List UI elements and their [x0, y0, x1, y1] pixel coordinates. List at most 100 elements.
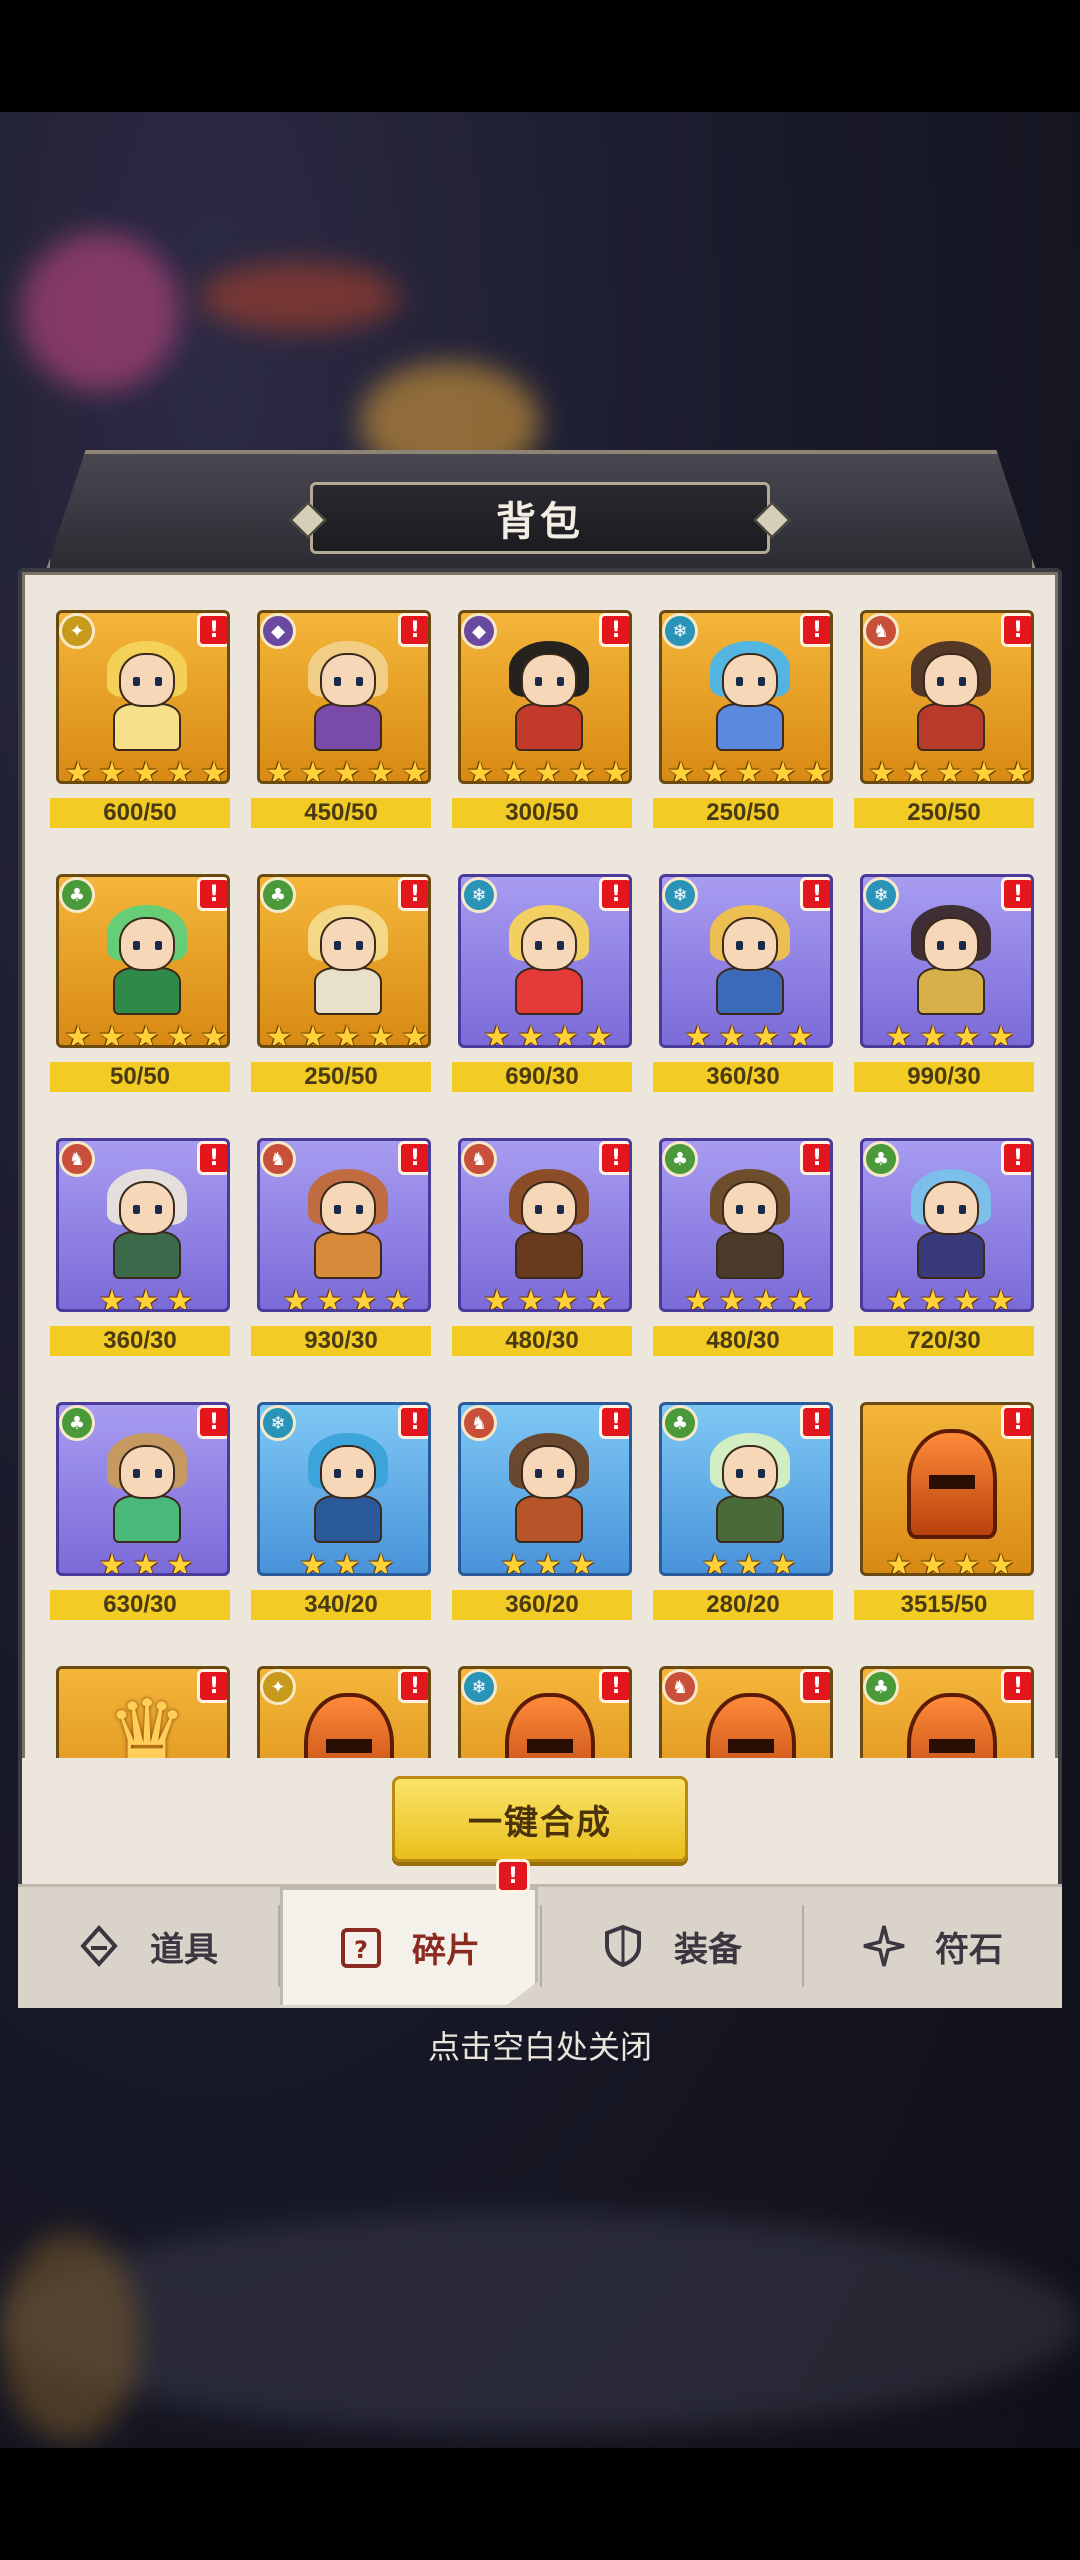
star-icon: ★: [333, 756, 361, 784]
tab-runes[interactable]: 符石: [804, 1887, 1060, 2005]
alert-badge: !: [1001, 1405, 1031, 1439]
fragment-portrait: ❄!: [458, 1666, 632, 1758]
fragment-card[interactable]: ♣! ★ ★ ★ 630/30: [50, 1396, 230, 1636]
star-icon: ★: [166, 1284, 194, 1312]
close-hint[interactable]: 点击空白处关闭: [0, 2022, 1080, 2068]
fragment-card[interactable]: ♞! ★ ★ ★ 360/20: [452, 1396, 632, 1636]
fragment-grid: ✦! ★ ★ ★ ★ ★ 600/50 ◆! ★ ★ ★ ★ ★ 450/50 ◆! ★ ★ ★ ★ ★ 300/50 ❄…: [44, 598, 1040, 1758]
fragment-card[interactable]: ! ★ ★ ★ ★ 3515/50: [854, 1396, 1034, 1636]
hero-sprite: [700, 1169, 798, 1279]
fragment-card[interactable]: ♞! ★ ★ ★ ★ 480/30: [452, 1132, 632, 1372]
alert-badge: !: [197, 1405, 227, 1439]
element-red-icon: ♞: [863, 613, 899, 649]
star-icon: ★: [786, 1020, 814, 1048]
star-icon: ★: [367, 756, 395, 784]
star-icon: ★: [936, 756, 964, 784]
star-icon: ★: [98, 1548, 126, 1576]
element-purple-icon: ◆: [260, 613, 296, 649]
star-icon: ★: [166, 1548, 194, 1576]
star-rating: ★ ★ ★ ★ ★: [665, 756, 831, 784]
fragment-card[interactable]: ❄! ★ ★ ★ 340/20: [251, 1396, 431, 1636]
alert-badge: !: [1001, 877, 1031, 911]
star-icon: ★: [483, 1020, 511, 1048]
star-icon: ★: [585, 1020, 613, 1048]
element-teal-icon: ❄: [260, 1405, 296, 1441]
fragment-card[interactable]: ♛!: [50, 1660, 230, 1758]
fragment-count: 360/30: [653, 1062, 833, 1092]
fragment-count: 480/30: [653, 1326, 833, 1356]
title-plate: 背包: [310, 482, 770, 554]
fragment-card[interactable]: ❄! ★ ★ ★ ★ 990/30: [854, 868, 1034, 1108]
fragment-card[interactable]: ♞!: [653, 1660, 833, 1758]
star-icon: ★: [517, 1020, 545, 1048]
hero-sprite: [901, 905, 999, 1015]
star-icon: ★: [803, 756, 831, 784]
fragment-card[interactable]: ♣! ★ ★ ★ ★ 720/30: [854, 1132, 1034, 1372]
element-green-icon: ♣: [863, 1141, 899, 1177]
fragment-card[interactable]: ♣! ★ ★ ★ ★ ★ 250/50: [251, 868, 431, 1108]
alert-badge: !: [197, 613, 227, 647]
fragment-card[interactable]: ✦!: [251, 1660, 431, 1758]
star-icon: ★: [718, 1020, 746, 1048]
alert-badge: !: [599, 877, 629, 911]
star-icon: ★: [953, 1020, 981, 1048]
element-teal-icon: ❄: [662, 877, 698, 913]
star-icon: ★: [401, 1020, 429, 1048]
bottom-black-bar: [0, 2448, 1080, 2560]
tab-fragments-alert-badge: !: [496, 1859, 530, 1893]
one-click-compose-button[interactable]: 一键合成: [392, 1776, 688, 1862]
tab-bar: 道具 ? 碎片 ! 装备 符石: [18, 1859, 1062, 2008]
fragment-card[interactable]: ♞! ★ ★ ★ ★ 930/30: [251, 1132, 431, 1372]
tab-fragments[interactable]: ? 碎片: [280, 1887, 538, 2005]
fragment-portrait: ❄! ★ ★ ★ ★: [659, 874, 833, 1048]
hero-sprite: [499, 641, 597, 751]
fragment-card[interactable]: ♣! ★ ★ ★ ★ 480/30: [653, 1132, 833, 1372]
fragment-card[interactable]: ✦! ★ ★ ★ ★ ★ 600/50: [50, 604, 230, 844]
fragment-portrait: ❄! ★ ★ ★ ★: [458, 874, 632, 1048]
fragment-card[interactable]: ❄! ★ ★ ★ ★ ★ 250/50: [653, 604, 833, 844]
star-icon: ★: [265, 756, 293, 784]
star-icon: ★: [299, 1020, 327, 1048]
fragment-card[interactable]: ♞! ★ ★ ★ ★ ★ 250/50: [854, 604, 1034, 844]
fragment-card[interactable]: ◆! ★ ★ ★ ★ ★ 450/50: [251, 604, 431, 844]
element-purple-icon: ◆: [461, 613, 497, 649]
star-icon: ★: [132, 1284, 160, 1312]
helmet-icon: [304, 1693, 394, 1758]
fragment-card[interactable]: ◆! ★ ★ ★ ★ ★ 300/50: [452, 604, 632, 844]
alert-badge: !: [398, 877, 428, 911]
hero-sprite: [901, 641, 999, 751]
tab-equipment-label: 装备: [674, 1929, 742, 1970]
star-icon: ★: [132, 1020, 160, 1048]
helmet-icon: [505, 1693, 595, 1758]
fragment-card[interactable]: ❄! ★ ★ ★ ★ 360/30: [653, 868, 833, 1108]
fragment-card[interactable]: ♞! ★ ★ ★ 360/30: [50, 1132, 230, 1372]
tab-equipment[interactable]: 装备: [542, 1887, 800, 2005]
star-icon: ★: [517, 1284, 545, 1312]
alert-badge: !: [398, 1141, 428, 1175]
fragment-count: 360/30: [50, 1326, 230, 1356]
fragment-portrait: ♣! ★ ★ ★ ★ ★: [56, 874, 230, 1048]
star-icon: ★: [885, 1020, 913, 1048]
fragment-card[interactable]: ♣! ★ ★ ★ ★ ★ 50/50: [50, 868, 230, 1108]
fragment-card[interactable]: ♣!: [854, 1660, 1034, 1758]
fragment-portrait: ♣! ★ ★ ★: [659, 1402, 833, 1576]
rune-star-icon: [861, 1923, 907, 1969]
star-icon: ★: [769, 1548, 797, 1576]
star-rating: ★ ★ ★ ★ ★: [62, 756, 227, 784]
star-icon: ★: [166, 756, 194, 784]
star-icon: ★: [1004, 756, 1032, 784]
star-rating: ★ ★ ★ ★: [682, 1284, 816, 1312]
hero-sprite: [97, 1169, 195, 1279]
fragment-card[interactable]: ❄! ★ ★ ★ ★ 690/30: [452, 868, 632, 1108]
star-icon: ★: [885, 1548, 913, 1576]
bg-bottom-blob: [0, 2212, 1080, 2432]
page-title: 背包: [496, 499, 584, 545]
star-icon: ★: [752, 1284, 780, 1312]
star-icon: ★: [282, 1284, 310, 1312]
alert-badge: !: [800, 613, 830, 647]
fragment-card[interactable]: ♣! ★ ★ ★ 280/20: [653, 1396, 833, 1636]
fragment-card[interactable]: ❄!: [452, 1660, 632, 1758]
helmet-icon: [907, 1693, 997, 1758]
star-icon: ★: [534, 756, 562, 784]
tab-items[interactable]: 道具: [18, 1887, 276, 2005]
